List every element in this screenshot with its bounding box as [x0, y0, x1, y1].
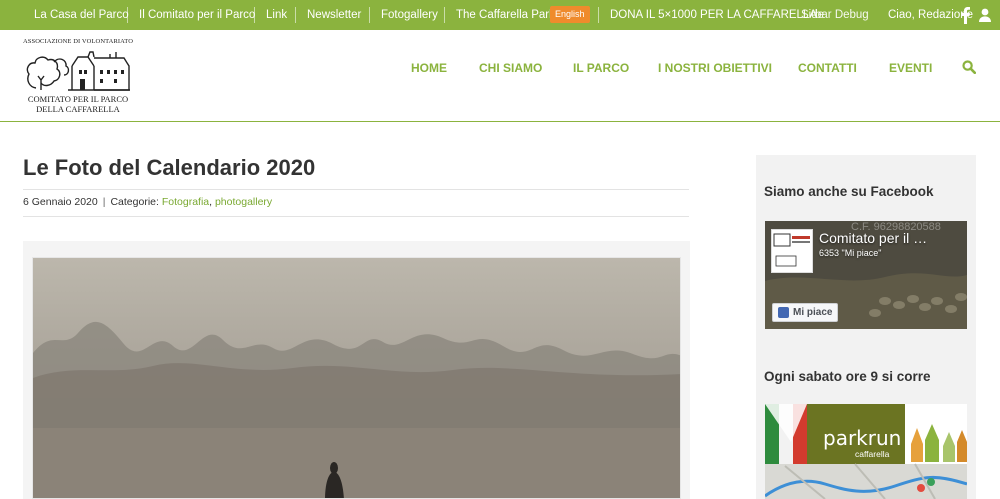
post-title: Le Foto del Calendario 2020: [23, 155, 316, 180]
topbar-separator: [444, 7, 445, 23]
facebook-like-count: 6353 "Mi piace": [819, 248, 882, 258]
logo-association-text: ASSOCIAZIONE DI VOLONTARIATO: [22, 38, 133, 45]
topbar-link-link[interactable]: Link: [266, 0, 287, 30]
facebook-like-button[interactable]: Mi piace: [772, 303, 838, 322]
category-link-photogallery[interactable]: photogallery: [215, 196, 272, 208]
category-link-fotografia[interactable]: Fotografia: [162, 196, 209, 208]
parkrun-logo: parkrun: [823, 426, 902, 450]
user-icon[interactable]: [979, 6, 991, 24]
nav-nostri-obiettivi[interactable]: I NOSTRI OBIETTIVI: [658, 60, 772, 76]
topbar-link-caffarella-park[interactable]: The Caffarella Park: [456, 0, 555, 30]
nav-eventi[interactable]: EVENTI: [889, 60, 932, 76]
post-date: 6 Gennaio 2020: [23, 196, 98, 208]
calendar-photo[interactable]: [32, 257, 681, 499]
topbar-link-fotogallery[interactable]: Fotogallery: [381, 0, 438, 30]
topbar-separator: [598, 7, 599, 23]
search-icon[interactable]: [962, 60, 977, 79]
parkrun-subtitle: caffarella: [855, 449, 890, 459]
topbar-link-casa-del-parco[interactable]: La Casa del Parco: [34, 0, 129, 30]
facebook-page-plugin[interactable]: C.F. 96298820588 Comitato per il … 6353 …: [765, 221, 967, 329]
topbar-separator: [254, 7, 255, 23]
topbar-link-comitato[interactable]: Il Comitato per il Parco: [139, 0, 255, 30]
categories-label: Categorie:: [110, 196, 159, 208]
sidebar-debug-label-b[interactable]: bar Debug: [815, 0, 869, 30]
site-logo[interactable]: ASSOCIAZIONE DI VOLONTARIATO COMITATO PE…: [22, 38, 134, 116]
language-switch-english[interactable]: English: [550, 6, 590, 23]
divider: [23, 216, 689, 217]
post-meta: 6 Gennaio 2020 | Categorie: Fotografia, ph…: [23, 196, 273, 208]
facebook-widget-title: Siamo anche su Facebook: [764, 184, 934, 199]
nav-home[interactable]: HOME: [411, 60, 447, 76]
topbar-separator: [369, 7, 370, 23]
site-header: ASSOCIAZIONE DI VOLONTARIATO COMITATO PE…: [0, 30, 1000, 122]
meta-separator: |: [102, 196, 106, 208]
facebook-page-name[interactable]: Comitato per il …: [819, 230, 927, 246]
nav-il-parco[interactable]: IL PARCO: [573, 60, 629, 76]
logo-name-line2: DELLA CAFFARELLA: [36, 104, 120, 114]
facebook-icon: [778, 307, 789, 318]
top-bar: La Casa del Parco Il Comitato per il Par…: [0, 0, 1000, 30]
facebook-icon[interactable]: [961, 6, 970, 24]
logo-tree-house-drawing: [26, 51, 130, 91]
parkrun-banner[interactable]: parkrun caffarella: [765, 404, 967, 499]
logo-name-line1: COMITATO PER IL PARCO: [27, 94, 129, 104]
topbar-separator: [127, 7, 128, 23]
topbar-link-newsletter[interactable]: Newsletter: [307, 0, 361, 30]
facebook-page-avatar: [771, 229, 813, 273]
nav-contatti[interactable]: CONTATTI: [798, 60, 857, 76]
topbar-separator: [295, 7, 296, 23]
parkrun-widget-title: Ogni sabato ore 9 si corre: [764, 369, 931, 384]
divider: [23, 189, 689, 190]
facebook-like-label: Mi piace: [793, 307, 833, 318]
topbar-link-donate[interactable]: DONA IL 5×1000 PER LA CAFFARELLA: [610, 0, 817, 30]
nav-chi-siamo[interactable]: CHI SIAMO: [479, 60, 542, 76]
